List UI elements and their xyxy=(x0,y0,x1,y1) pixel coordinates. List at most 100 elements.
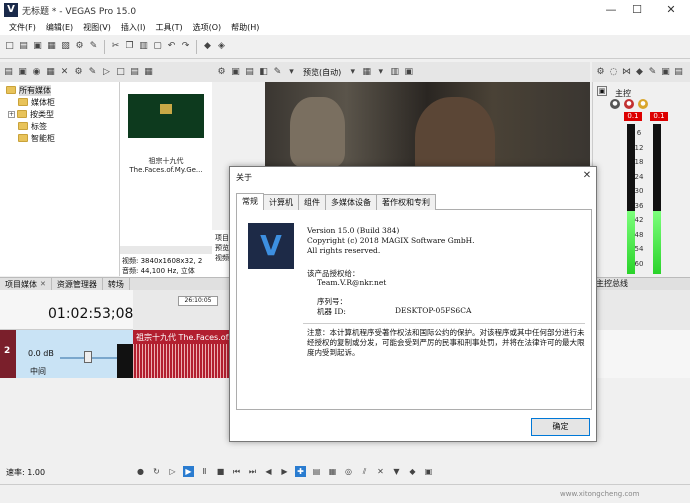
next-frame-icon[interactable]: ▶ xyxy=(279,466,290,477)
tab-general[interactable]: 常规 xyxy=(236,193,264,210)
volume-slider-knob[interactable] xyxy=(84,351,92,363)
mixer-fx-icon[interactable]: ✎ xyxy=(647,67,658,78)
views-icon[interactable]: ▦ xyxy=(143,67,154,78)
go-end-icon[interactable]: ⏭ xyxy=(247,466,258,477)
media-scrollbar[interactable] xyxy=(120,246,212,254)
chevron-down-icon[interactable]: ▾ xyxy=(375,67,386,78)
extract-icon[interactable]: ◉ xyxy=(31,67,42,78)
save-icon[interactable]: ▣ xyxy=(32,41,43,52)
menu-tools[interactable]: 工具(T) xyxy=(150,20,187,35)
remove-icon[interactable]: ✕ xyxy=(59,67,70,78)
edit-tool-icon[interactable]: ✚ xyxy=(295,465,306,477)
play-from-start-icon[interactable]: ▷ xyxy=(167,466,178,477)
tab-project-media[interactable]: 项目媒体 ✕ xyxy=(0,278,52,290)
ok-button[interactable]: 确定 xyxy=(531,418,590,436)
tab-explorer[interactable]: 资源管理器 xyxy=(52,278,103,290)
preview-settings-icon[interactable]: ⚙ xyxy=(216,67,227,78)
audio-clip[interactable]: 祖宗十九代 The.Faces.of.My.Ge xyxy=(133,330,231,378)
chevron-down-icon[interactable]: ▾ xyxy=(286,67,297,78)
chevron-down-icon[interactable]: ▾ xyxy=(347,67,358,78)
mixer-route-icon[interactable]: ◆ xyxy=(634,67,645,78)
loop-icon[interactable]: ↻ xyxy=(151,466,162,477)
master-record-icon[interactable]: ● xyxy=(624,99,634,109)
open-folder-icon[interactable]: ▤ xyxy=(18,41,29,52)
split-icon[interactable]: ⫽ xyxy=(359,466,370,477)
fx-icon[interactable]: ✎ xyxy=(87,67,98,78)
snapshot-icon[interactable]: ▣ xyxy=(423,466,434,477)
marker-icon[interactable]: ▼ xyxy=(391,466,402,477)
expand-icon[interactable]: + xyxy=(8,110,15,118)
tab-multimedia-devices[interactable]: 多媒体设备 xyxy=(325,194,377,210)
capture-icon[interactable]: ▣ xyxy=(17,67,28,78)
zoom-tool-icon[interactable]: ◎ xyxy=(343,466,354,477)
settings-icon[interactable]: ⚙ xyxy=(74,41,85,52)
tree-item-all-media[interactable]: 所有媒体 xyxy=(0,84,119,96)
minimize-button[interactable]: — xyxy=(600,2,622,18)
menu-file[interactable]: 文件(F) xyxy=(4,20,41,35)
new-file-icon[interactable]: □ xyxy=(4,41,15,52)
auto-preview-icon[interactable]: ▤ xyxy=(129,67,140,78)
preview-quality-select[interactable]: 预览(自动) xyxy=(303,67,341,78)
track-color-strip[interactable]: 2 xyxy=(0,330,16,378)
overlays-icon[interactable]: ▦ xyxy=(361,67,372,78)
menu-help[interactable]: 帮助(H) xyxy=(226,20,264,35)
media-item-name[interactable]: 祖宗十九代 The.Faces.of.My.Ge... xyxy=(122,156,210,174)
dialog-close-button[interactable]: ✕ xyxy=(580,169,594,183)
go-start-icon[interactable]: ⏮ xyxy=(231,466,242,477)
mixer-add-icon[interactable]: ▣ xyxy=(660,67,671,78)
stop-icon[interactable]: □ xyxy=(115,67,126,78)
delete-icon[interactable]: ▢ xyxy=(152,41,163,52)
import-icon[interactable]: ▤ xyxy=(3,67,14,78)
play-icon[interactable]: ▷ xyxy=(101,67,112,78)
mixer-mute-icon[interactable]: ◌ xyxy=(608,67,619,78)
render-icon[interactable]: ▦ xyxy=(46,41,57,52)
envelope-tool-icon[interactable]: ▤ xyxy=(311,466,322,477)
close-icon[interactable]: ✕ xyxy=(40,280,46,288)
tree-item-by-type[interactable]: + 按类型 xyxy=(0,108,119,120)
menu-options[interactable]: 选项(O) xyxy=(188,20,227,35)
properties-icon[interactable]: ▧ xyxy=(60,41,71,52)
split-screen-icon[interactable]: ◧ xyxy=(258,67,269,78)
wrench-icon[interactable]: ✎ xyxy=(88,41,99,52)
tab-components[interactable]: 组件 xyxy=(298,194,326,210)
snap-icon[interactable]: ◆ xyxy=(202,41,213,52)
master-solo-icon[interactable]: ● xyxy=(638,99,648,109)
copy-snapshot-icon[interactable]: ▥ xyxy=(389,67,400,78)
trim-icon[interactable]: ✕ xyxy=(375,466,386,477)
tab-transitions[interactable]: 转场 xyxy=(103,278,130,290)
save-snapshot-icon[interactable]: ▣ xyxy=(403,67,414,78)
tree-item-tags[interactable]: 标签 xyxy=(0,120,119,132)
menu-view[interactable]: 视图(V) xyxy=(78,20,116,35)
master-mute-icon[interactable]: ● xyxy=(610,99,620,109)
cut-icon[interactable]: ✂ xyxy=(110,41,121,52)
media-thumbnail[interactable] xyxy=(128,94,204,138)
play-icon[interactable]: ▶ xyxy=(183,465,194,477)
tree-item-smart-bins[interactable]: 智能柜 xyxy=(0,132,119,144)
preview-wrench-icon[interactable]: ✎ xyxy=(272,67,283,78)
timecode-display[interactable]: 01:02:53;08 xyxy=(48,306,133,322)
close-button[interactable]: ✕ xyxy=(660,2,682,18)
stop-icon[interactable]: ■ xyxy=(215,466,226,477)
ruler-marker[interactable]: 26:10:05 xyxy=(178,296,218,306)
lock-icon[interactable]: ◈ xyxy=(216,41,227,52)
tab-master-bus[interactable]: 主控总线 xyxy=(592,277,690,290)
tab-computer[interactable]: 计算机 xyxy=(263,194,299,210)
maximize-button[interactable]: ☐ xyxy=(626,2,648,18)
preview-fx-icon[interactable]: ▤ xyxy=(244,67,255,78)
redo-icon[interactable]: ↷ xyxy=(180,41,191,52)
menu-insert[interactable]: 插入(I) xyxy=(116,20,151,35)
region-icon[interactable]: ◆ xyxy=(407,466,418,477)
mixer-view-icon[interactable]: ▤ xyxy=(673,67,684,78)
media-gen-icon[interactable]: ▦ xyxy=(45,67,56,78)
mixer-bowtie-icon[interactable]: ⋈ xyxy=(621,67,632,78)
record-icon[interactable]: ● xyxy=(135,466,146,477)
master-fx-icon[interactable]: ▣ xyxy=(597,86,607,96)
media-settings-icon[interactable]: ⚙ xyxy=(73,67,84,78)
prev-frame-icon[interactable]: ◀ xyxy=(263,466,274,477)
undo-icon[interactable]: ↶ xyxy=(166,41,177,52)
menu-edit[interactable]: 编辑(E) xyxy=(41,20,78,35)
copy-icon[interactable]: ❐ xyxy=(124,41,135,52)
mixer-settings-icon[interactable]: ⚙ xyxy=(595,67,606,78)
paste-icon[interactable]: ▥ xyxy=(138,41,149,52)
tab-copyright-patents[interactable]: 著作权和专利 xyxy=(376,194,436,210)
